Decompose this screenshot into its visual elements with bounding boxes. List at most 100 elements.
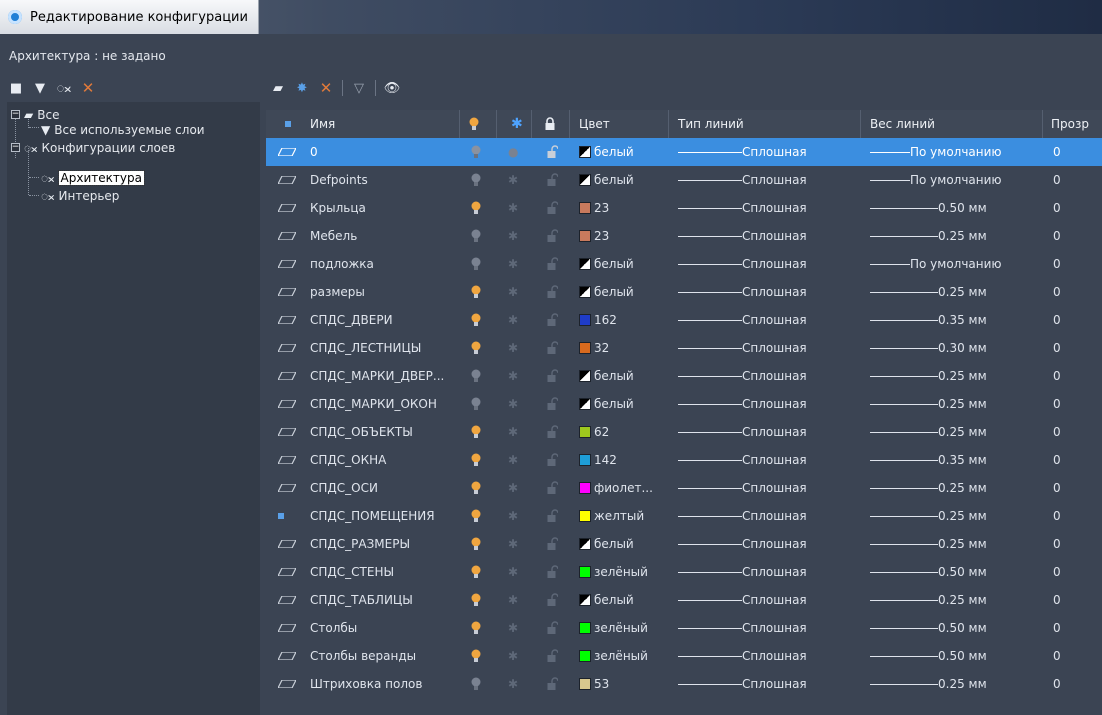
tree-item-all-used[interactable]: ▼ Все используемые слои [41,121,205,138]
on-toggle[interactable] [471,390,481,418]
lock-toggle[interactable] [546,502,558,530]
lineweight-cell[interactable]: По умолчанию [870,138,1002,166]
layer-name[interactable]: СПДС_ПОМЕЩЕНИЯ [310,502,435,530]
transparency-value[interactable]: 0 [1053,446,1061,474]
lock-column-header[interactable] [544,110,556,138]
freeze-toggle[interactable]: ✱ [508,418,518,446]
lineweight-cell[interactable]: 0.25 мм [870,222,987,250]
freeze-toggle[interactable]: ✱ [508,446,518,474]
color-cell[interactable]: белый [579,166,634,194]
status-cell[interactable] [278,194,300,222]
layer-row[interactable]: СПДС_ПОМЕЩЕНИЯ ✱ желтый Сплошная 0.25 мм 0 [266,502,1102,530]
tree-item-configs[interactable]: − ᯬ Конфигурации слоев [11,139,175,156]
freeze-toggle[interactable]: ✱ [508,334,518,362]
on-toggle[interactable] [471,558,481,586]
layer-row[interactable]: размеры ✱ белый Сплошная 0.25 мм 0 [266,278,1102,306]
layer-row[interactable]: СПДС_МАРКИ_ОКОН ✱ белый Сплошная 0.25 мм 0 [266,390,1102,418]
on-toggle[interactable] [471,278,481,306]
layer-name[interactable]: СПДС_ОКНА [310,446,386,474]
layer-name[interactable]: СПДС_ОБЪЕКТЫ [310,418,413,446]
transparency-value[interactable]: 0 [1053,530,1061,558]
layer-row[interactable]: СПДС_МАРКИ_ДВЕР... ✱ белый Сплошная 0.25 мм 0 [266,362,1102,390]
layer-name[interactable]: Defpoints [310,166,368,194]
freeze-toggle[interactable]: ✱ [508,362,518,390]
layer-row[interactable]: СПДС_СТЕНЫ ✱ зелёный Сплошная 0.50 мм 0 [266,558,1102,586]
layer-row[interactable]: Столбы веранды ✱ зелёный Сплошная 0.50 мм 0 [266,642,1102,670]
color-cell[interactable]: желтый [579,502,644,530]
color-cell[interactable]: зелёный [579,558,648,586]
layer-name[interactable]: Столбы [310,614,357,642]
layer-name[interactable]: Столбы веранды [310,642,416,670]
layer-name[interactable]: СПДС_СТЕНЫ [310,558,394,586]
layer-row[interactable]: СПДС_ОКНА ✱ 142 Сплошная 0.35 мм 0 [266,446,1102,474]
layer-name[interactable]: Мебель [310,222,357,250]
transparency-value[interactable]: 0 [1053,586,1061,614]
transparency-value[interactable]: 0 [1053,642,1061,670]
set-current-icon[interactable]: ▽ [351,80,367,96]
linetype-cell[interactable]: Сплошная [678,446,807,474]
freeze-toggle[interactable]: ✱ [508,166,518,194]
color-cell[interactable]: фиолет... [579,474,653,502]
lineweight-cell[interactable]: По умолчанию [870,250,1002,278]
layer-row[interactable]: СПДС_РАЗМЕРЫ ✱ белый Сплошная 0.25 мм 0 [266,530,1102,558]
layer-row[interactable]: Мебель ✱ 23 Сплошная 0.25 мм 0 [266,222,1102,250]
layer-name[interactable]: СПДС_ЛЕСТНИЦЫ [310,334,421,362]
status-cell[interactable] [278,278,300,306]
lock-toggle[interactable] [546,222,558,250]
lock-toggle[interactable] [546,306,558,334]
color-cell[interactable]: белый [579,138,634,166]
on-toggle[interactable] [471,586,481,614]
status-cell[interactable] [278,222,300,250]
on-toggle[interactable] [471,334,481,362]
transparency-value[interactable]: 0 [1053,166,1061,194]
status-cell[interactable] [278,502,300,530]
status-column-header[interactable] [285,110,295,138]
lineweight-cell[interactable]: 0.25 мм [870,474,987,502]
lock-toggle[interactable] [546,558,558,586]
visibility-icon[interactable]: 👁 [384,80,401,96]
color-cell[interactable]: белый [579,362,634,390]
layer-name[interactable]: Крыльца [310,194,366,222]
layer-row[interactable]: подложка ✱ белый Сплошная По умолчанию 0 [266,250,1102,278]
layer-name[interactable]: 0 [310,138,318,166]
on-toggle[interactable] [471,250,481,278]
layer-name[interactable]: Штриховка полов [310,670,422,698]
freeze-toggle[interactable]: ✱ [508,614,518,642]
lock-toggle[interactable] [546,418,558,446]
delete-layer-icon[interactable]: ✕ [318,80,334,96]
layer-name[interactable]: СПДС_МАРКИ_ОКОН [310,390,437,418]
lineweight-cell[interactable]: 0.25 мм [870,390,987,418]
color-cell[interactable]: белый [579,586,634,614]
lineweight-cell[interactable]: 0.25 мм [870,502,987,530]
layer-row[interactable]: СПДС_ДВЕРИ ✱ 162 Сплошная 0.35 мм 0 [266,306,1102,334]
collapse-icon[interactable]: − [11,110,20,119]
transparency-value[interactable]: 0 [1053,222,1061,250]
color-cell[interactable]: 32 [579,334,609,362]
lineweight-cell[interactable]: 0.25 мм [870,670,987,698]
name-column-header[interactable]: Имя [310,110,335,138]
linetype-cell[interactable]: Сплошная [678,586,807,614]
freeze-toggle[interactable]: ✱ [508,586,518,614]
linetype-cell[interactable]: Сплошная [678,250,807,278]
linetype-cell[interactable]: Сплошная [678,166,807,194]
color-cell[interactable]: 23 [579,194,609,222]
layer-name[interactable]: СПДС_МАРКИ_ДВЕР... [310,362,444,390]
linetype-cell[interactable]: Сплошная [678,530,807,558]
transparency-column-header[interactable]: Прозр [1051,110,1089,138]
layer-row[interactable]: СПДС_ЛЕСТНИЦЫ ✱ 32 Сплошная 0.30 мм 0 [266,334,1102,362]
lock-toggle[interactable] [546,642,558,670]
transparency-value[interactable]: 0 [1053,474,1061,502]
lock-toggle[interactable] [546,446,558,474]
lock-toggle[interactable] [546,586,558,614]
freeze-toggle[interactable]: ✱ [508,222,518,250]
delete-icon[interactable]: ✕ [80,80,96,96]
filter-icon[interactable]: ▼ [32,80,48,96]
lineweight-cell[interactable]: 0.25 мм [870,362,987,390]
status-cell[interactable] [278,166,300,194]
lineweight-cell[interactable]: 0.30 мм [870,334,987,362]
color-cell[interactable]: зелёный [579,614,648,642]
lock-toggle[interactable] [546,194,558,222]
lock-toggle[interactable] [546,530,558,558]
linetype-cell[interactable]: Сплошная [678,614,807,642]
lock-toggle[interactable] [546,166,558,194]
